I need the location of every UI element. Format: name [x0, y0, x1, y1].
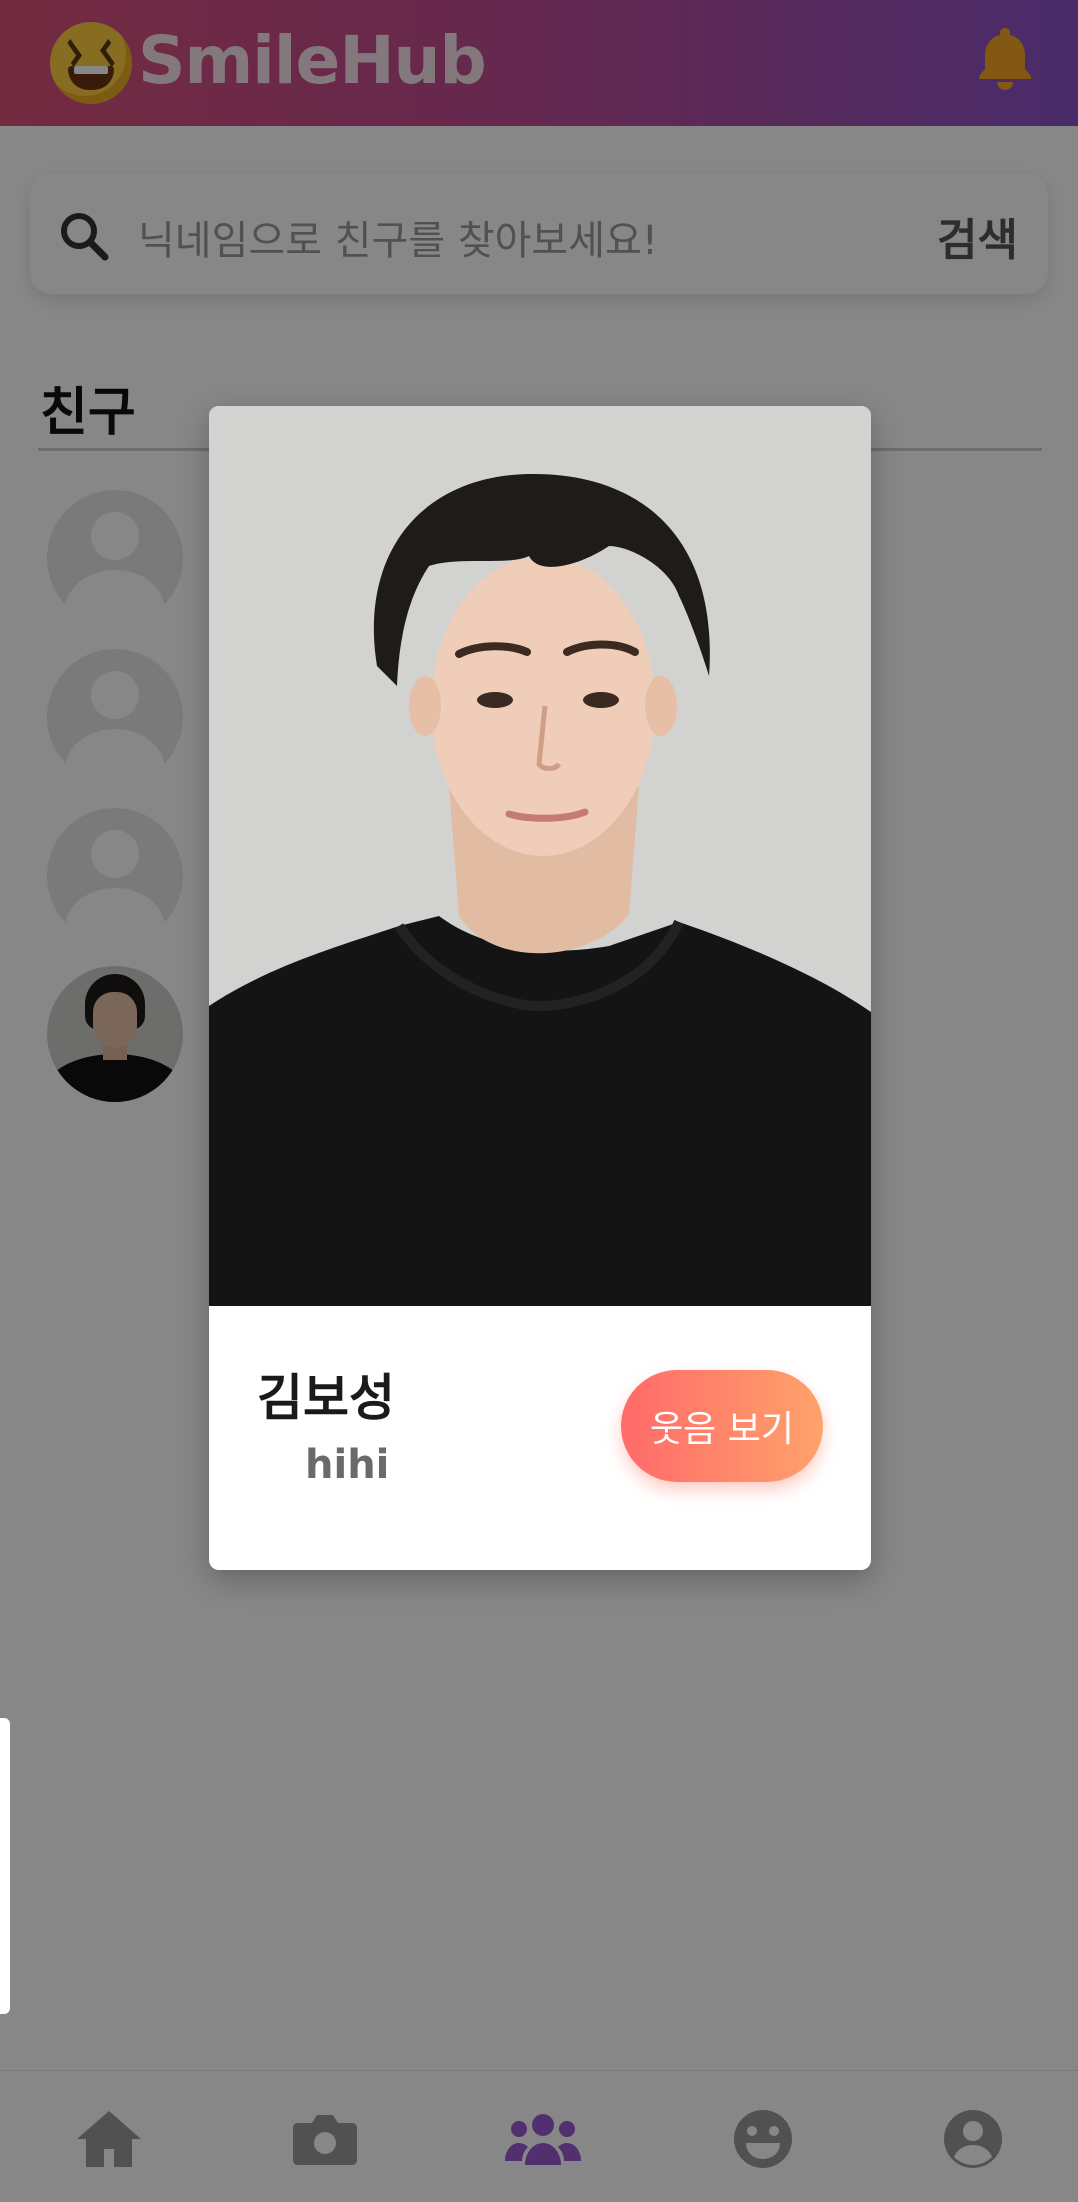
friend-profile-photo	[209, 406, 871, 1306]
friend-name: 김보성	[257, 1369, 395, 1427]
friend-status-message: hihi	[305, 1442, 390, 1488]
view-smile-button[interactable]: 웃음 보기	[621, 1370, 823, 1482]
side-drawer-handle[interactable]	[0, 1718, 10, 2014]
friend-profile-modal: 김보성 hihi 웃음 보기	[209, 406, 871, 1570]
